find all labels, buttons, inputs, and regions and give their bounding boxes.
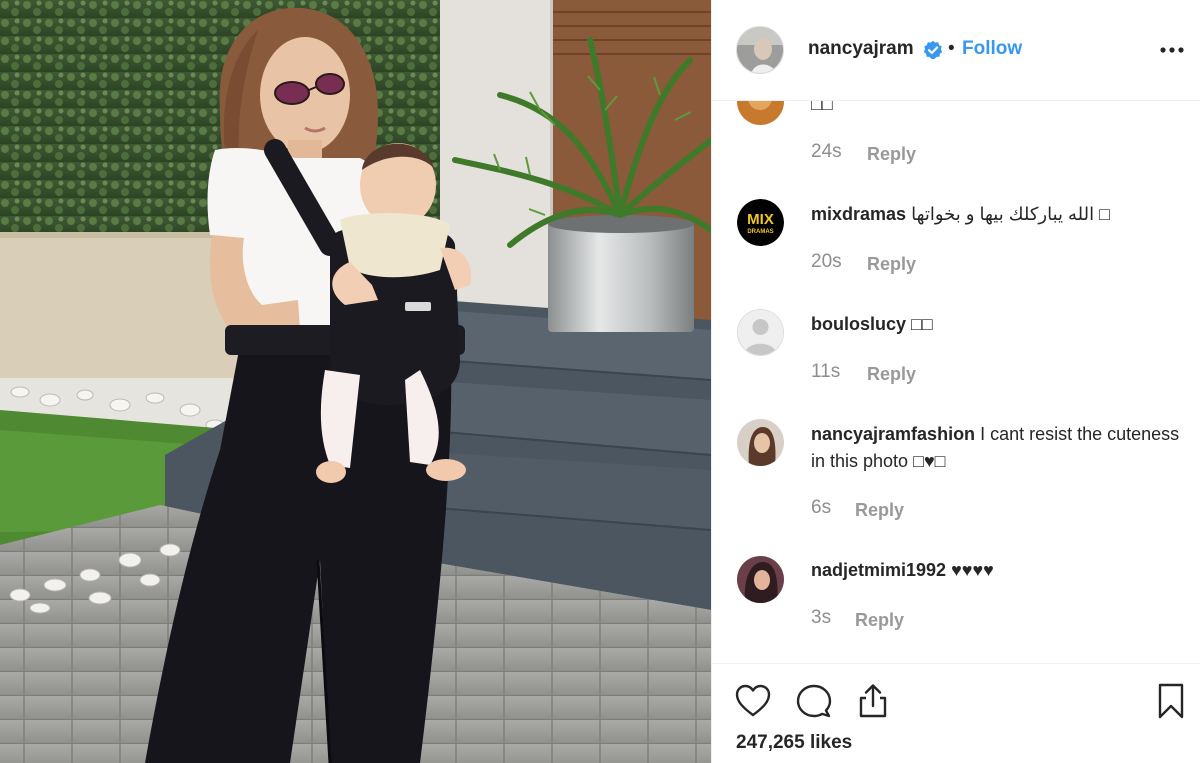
comment-avatar[interactable] [737,309,784,356]
comment-meta: 11s [811,361,840,383]
mixdramas-logo-avatar: MIX DRAMAS [737,199,784,246]
share-icon[interactable] [854,682,892,720]
comment-avatar[interactable] [737,556,784,603]
comment-body: ♥♥♥♥ [951,560,994,580]
comment-text: bouloslucy □□ [811,311,1181,338]
post-details-panel: nancyajram • Follow □□ 24s Reply MIX DRA… [711,0,1200,763]
comment-username[interactable]: bouloslucy [811,314,906,334]
comment-avatar[interactable]: MIX DRAMAS [737,199,784,246]
carrier-logo [405,302,431,311]
comment-meta: 24s [811,141,842,163]
comment-body: □□ [811,101,833,114]
profile-avatar[interactable] [736,26,784,74]
comment-text: nadjetmimi1992 ♥♥♥♥ [811,557,1181,584]
comment-text: mixdramas الله يباركلك بيها و بخواتها □ [811,201,1181,228]
comment-meta: 20s [811,251,842,273]
comment-avatar[interactable] [737,419,784,466]
heart-icon[interactable] [734,682,772,720]
comment-bubble-icon[interactable] [795,682,833,720]
reply-button[interactable]: Reply [855,610,904,631]
reply-button[interactable]: Reply [867,254,916,275]
comment-timestamp[interactable]: 11s [811,361,840,382]
post-actions-bar: 247,265 likes [712,663,1200,763]
post-author-username[interactable]: nancyajram [808,38,914,60]
separator-dot: • [948,38,955,59]
comment-timestamp[interactable]: 24s [811,141,842,162]
comment-username[interactable]: nadjetmimi1992 [811,560,946,580]
comments-list[interactable]: □□ 24s Reply MIX DRAMAS mixdramas الله ي… [712,101,1200,663]
comment-timestamp[interactable]: 20s [811,251,842,272]
comment-username[interactable]: nancyajramfashion [811,424,975,444]
default-user-avatar-icon [738,310,783,355]
comment-timestamp[interactable]: 6s [811,497,831,518]
comment-avatar-image [737,556,784,603]
comment-text: nancyajramfashion I cant resist the cute… [811,421,1181,475]
profile-avatar-image [737,27,783,73]
reply-button[interactable]: Reply [867,144,916,165]
comment-meta: 3s [811,607,831,629]
comment-body: □□ [911,314,933,334]
more-options-icon[interactable] [1159,40,1185,60]
comment-avatar-image [737,101,784,125]
reply-button[interactable]: Reply [855,500,904,521]
likes-count[interactable]: 247,265 likes [736,732,852,754]
svg-text:MIX: MIX [747,211,774,228]
post-photo[interactable] [0,0,711,763]
comment-timestamp[interactable]: 3s [811,607,831,628]
reply-button[interactable]: Reply [867,364,916,385]
comment-text: □□ [811,101,1181,118]
verified-badge-icon [923,40,943,59]
comment-avatar-image [737,419,784,466]
bookmark-icon[interactable] [1152,682,1190,720]
post-image [0,0,711,763]
comment-meta: 6s [811,497,831,519]
svg-text:DRAMAS: DRAMAS [747,229,773,235]
comment-username[interactable]: mixdramas [811,204,906,224]
comment-avatar[interactable] [737,101,784,125]
comment-body: الله يباركلك بيها و بخواتها □ [911,204,1111,224]
post-header: nancyajram • Follow [712,0,1200,101]
follow-button[interactable]: Follow [962,38,1022,60]
